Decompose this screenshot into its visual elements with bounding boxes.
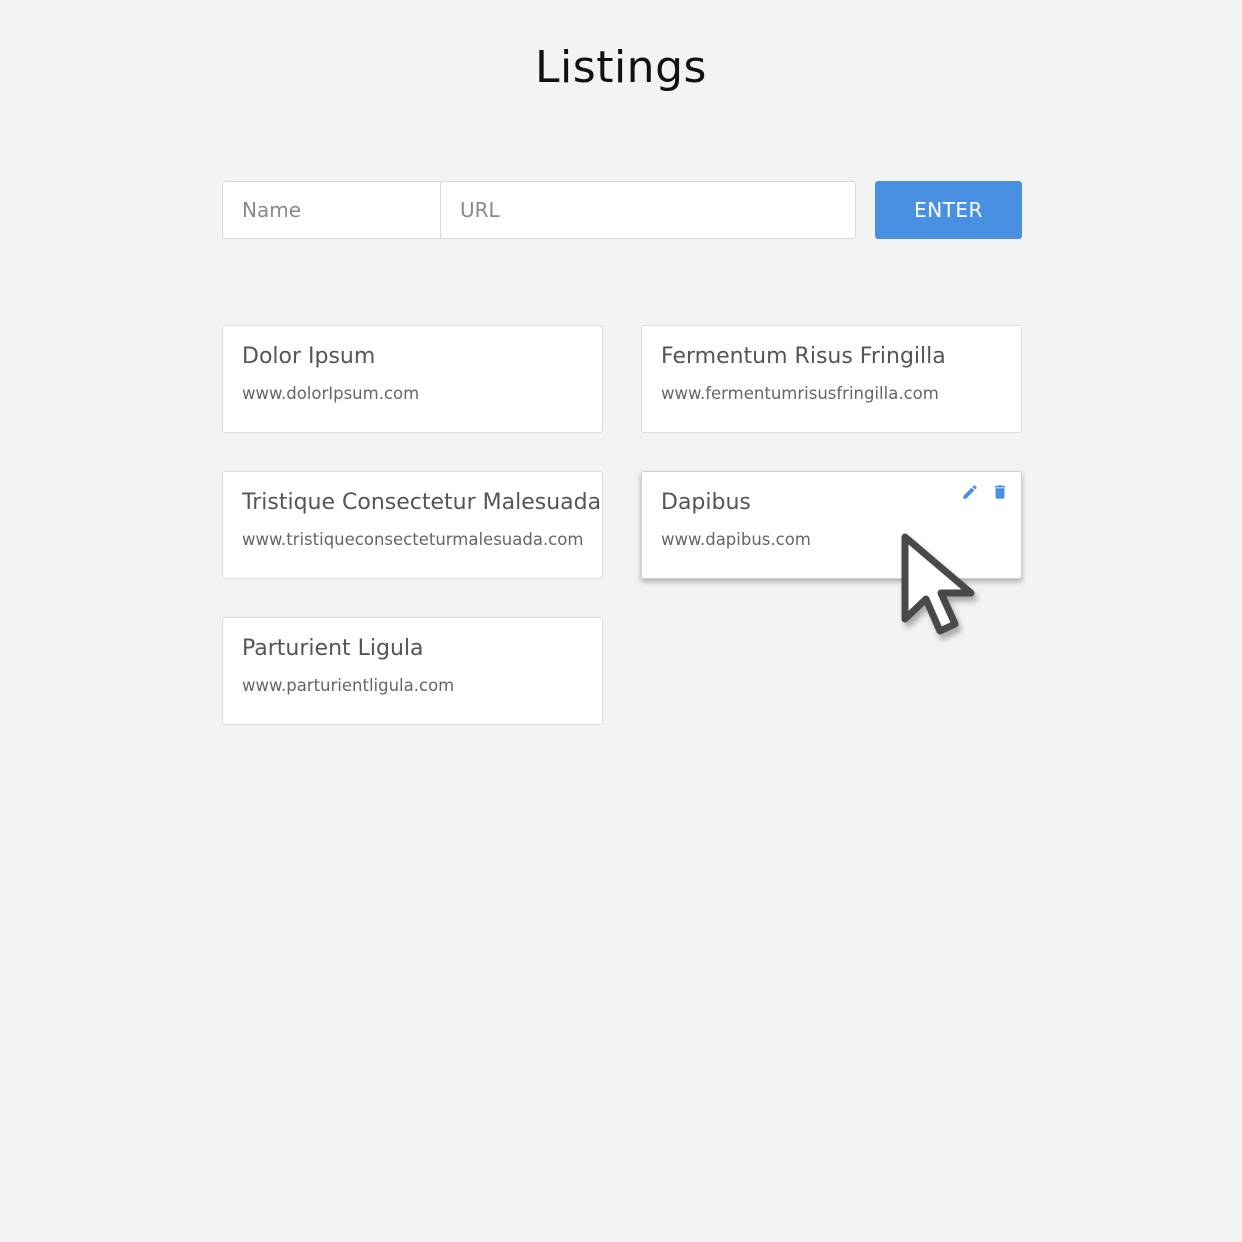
listing-name: Dolor Ipsum [242,344,376,369]
enter-button[interactable]: ENTER [875,181,1022,239]
listing-url: www.dapibus.com [661,530,811,549]
listing-url: www.dolorIpsum.com [242,384,420,403]
listing-card-tristique-consectetur-malesuada[interactable]: Tristique Consectetur Malesuada www.tris… [222,471,603,579]
listing-url: www.tristiqueconsecteturmalesuada.com [242,530,584,549]
listing-url: www.fermentumrisusfringilla.com [661,384,939,403]
listing-card-parturient-ligula[interactable]: Parturient Ligula www.parturientligula.c… [222,617,603,725]
listing-card-dolor-ipsum[interactable]: Dolor Ipsum www.dolorIpsum.com [222,325,603,433]
listing-entry-form: ENTER [222,181,1022,239]
pencil-icon[interactable] [961,483,979,501]
page-title: Listings [535,42,707,93]
listing-card-dapibus[interactable]: Dapibus www.dapibus.com [641,471,1022,579]
listing-name: Tristique Consectetur Malesuada [242,490,602,515]
name-input[interactable] [223,182,441,238]
listing-name: Dapibus [661,490,751,515]
card-actions [961,483,1009,501]
listing-name: Parturient Ligula [242,636,424,661]
listing-name: Fermentum Risus Fringilla [661,344,946,369]
input-group [222,181,856,239]
trash-icon[interactable] [991,483,1009,501]
listing-url: www.parturientligula.com [242,676,455,695]
listing-card-fermentum-risus-fringilla[interactable]: Fermentum Risus Fringilla www.fermentumr… [641,325,1022,433]
url-input[interactable] [441,182,855,238]
